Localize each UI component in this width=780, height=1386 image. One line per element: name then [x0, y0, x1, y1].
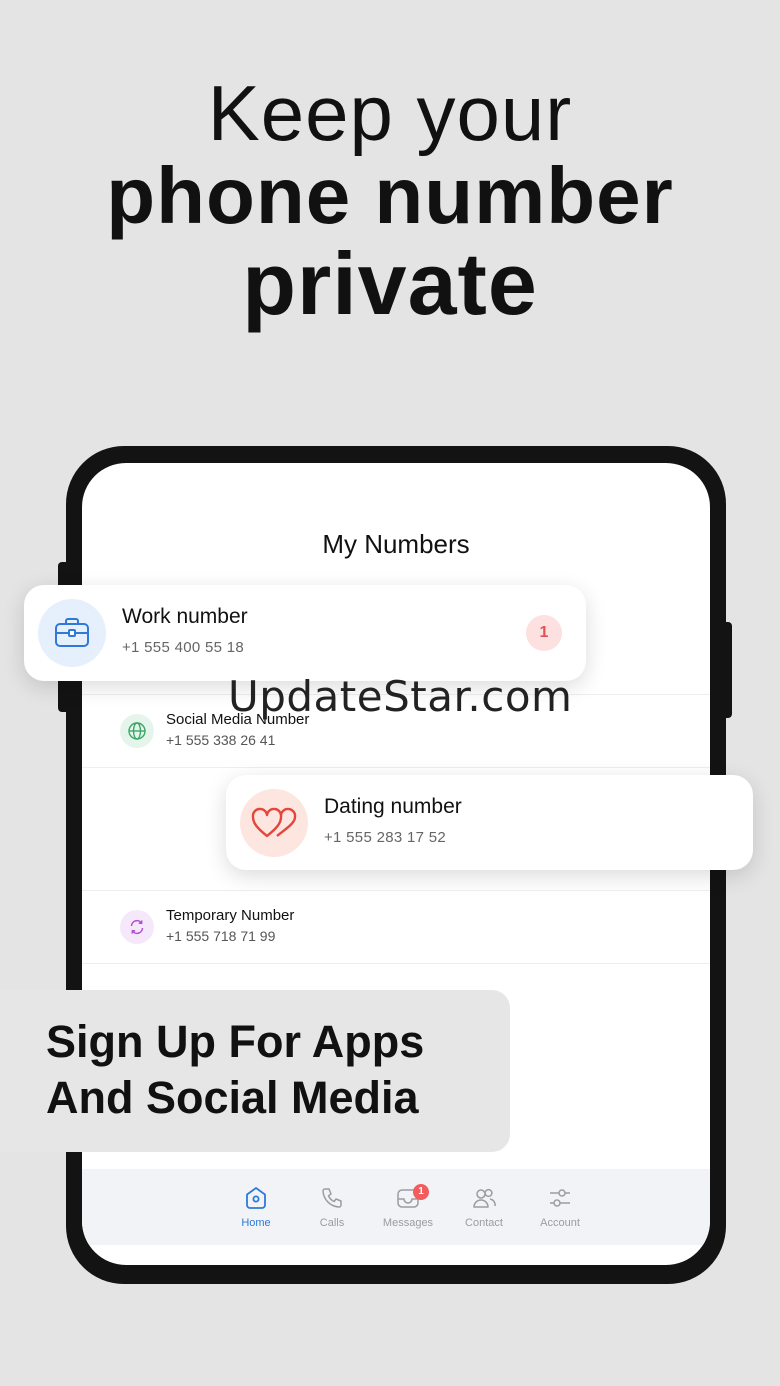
- refresh-icon: [120, 910, 154, 944]
- dating-number-card[interactable]: Dating number +1 555 283 17 52: [226, 775, 753, 870]
- watermark: UpdateStar.com: [228, 672, 573, 721]
- headline-line-1: Keep your: [207, 69, 573, 157]
- promo-line-1: Sign Up For Apps: [46, 1016, 425, 1067]
- dating-number-name: Dating number: [324, 795, 462, 818]
- headline: Keep your phone number private: [0, 72, 780, 330]
- tab-messages[interactable]: 1 Messages: [371, 1183, 445, 1229]
- work-number-value: +1 555 400 55 18: [122, 639, 244, 656]
- headline-line-2: phone number: [106, 151, 674, 240]
- row-name: Temporary Number: [166, 907, 295, 924]
- headline-line-3: private: [242, 234, 538, 333]
- hearts-icon: [240, 789, 308, 857]
- screen-title: My Numbers: [322, 529, 470, 559]
- contacts-icon: [447, 1183, 521, 1213]
- promo-line-2: And Social Media: [46, 1072, 419, 1123]
- bottom-tab-bar: Home Calls 1 Messages Contact Account: [82, 1169, 710, 1245]
- tab-contact[interactable]: Contact: [447, 1183, 521, 1229]
- tab-home[interactable]: Home: [219, 1183, 293, 1229]
- tab-label: Home: [241, 1217, 271, 1229]
- tab-account[interactable]: Account: [523, 1183, 597, 1229]
- dating-number-value: +1 555 283 17 52: [324, 829, 446, 846]
- row-number: +1 555 338 26 41: [166, 732, 276, 748]
- tab-label: Contact: [465, 1217, 503, 1229]
- sliders-icon: [523, 1183, 597, 1213]
- unread-count-badge: 1: [526, 615, 562, 651]
- globe-icon: [120, 714, 154, 748]
- tab-calls[interactable]: Calls: [295, 1183, 369, 1229]
- briefcase-icon: [38, 599, 106, 667]
- tab-label: Calls: [319, 1217, 345, 1229]
- inbox-icon: 1: [371, 1183, 445, 1213]
- messages-badge: 1: [413, 1184, 429, 1200]
- tab-label: Messages: [382, 1217, 434, 1229]
- tab-label: Account: [540, 1217, 580, 1229]
- row-number: +1 555 718 71 99: [166, 928, 276, 944]
- work-number-name: Work number: [122, 605, 248, 628]
- promo-banner: Sign Up For Apps And Social Media: [0, 990, 510, 1152]
- phone-icon: [295, 1183, 369, 1213]
- home-icon: [219, 1183, 293, 1213]
- work-number-card[interactable]: Work number +1 555 400 55 18 1: [24, 585, 586, 681]
- number-row-temporary[interactable]: Temporary Number +1 555 718 71 99: [82, 890, 710, 964]
